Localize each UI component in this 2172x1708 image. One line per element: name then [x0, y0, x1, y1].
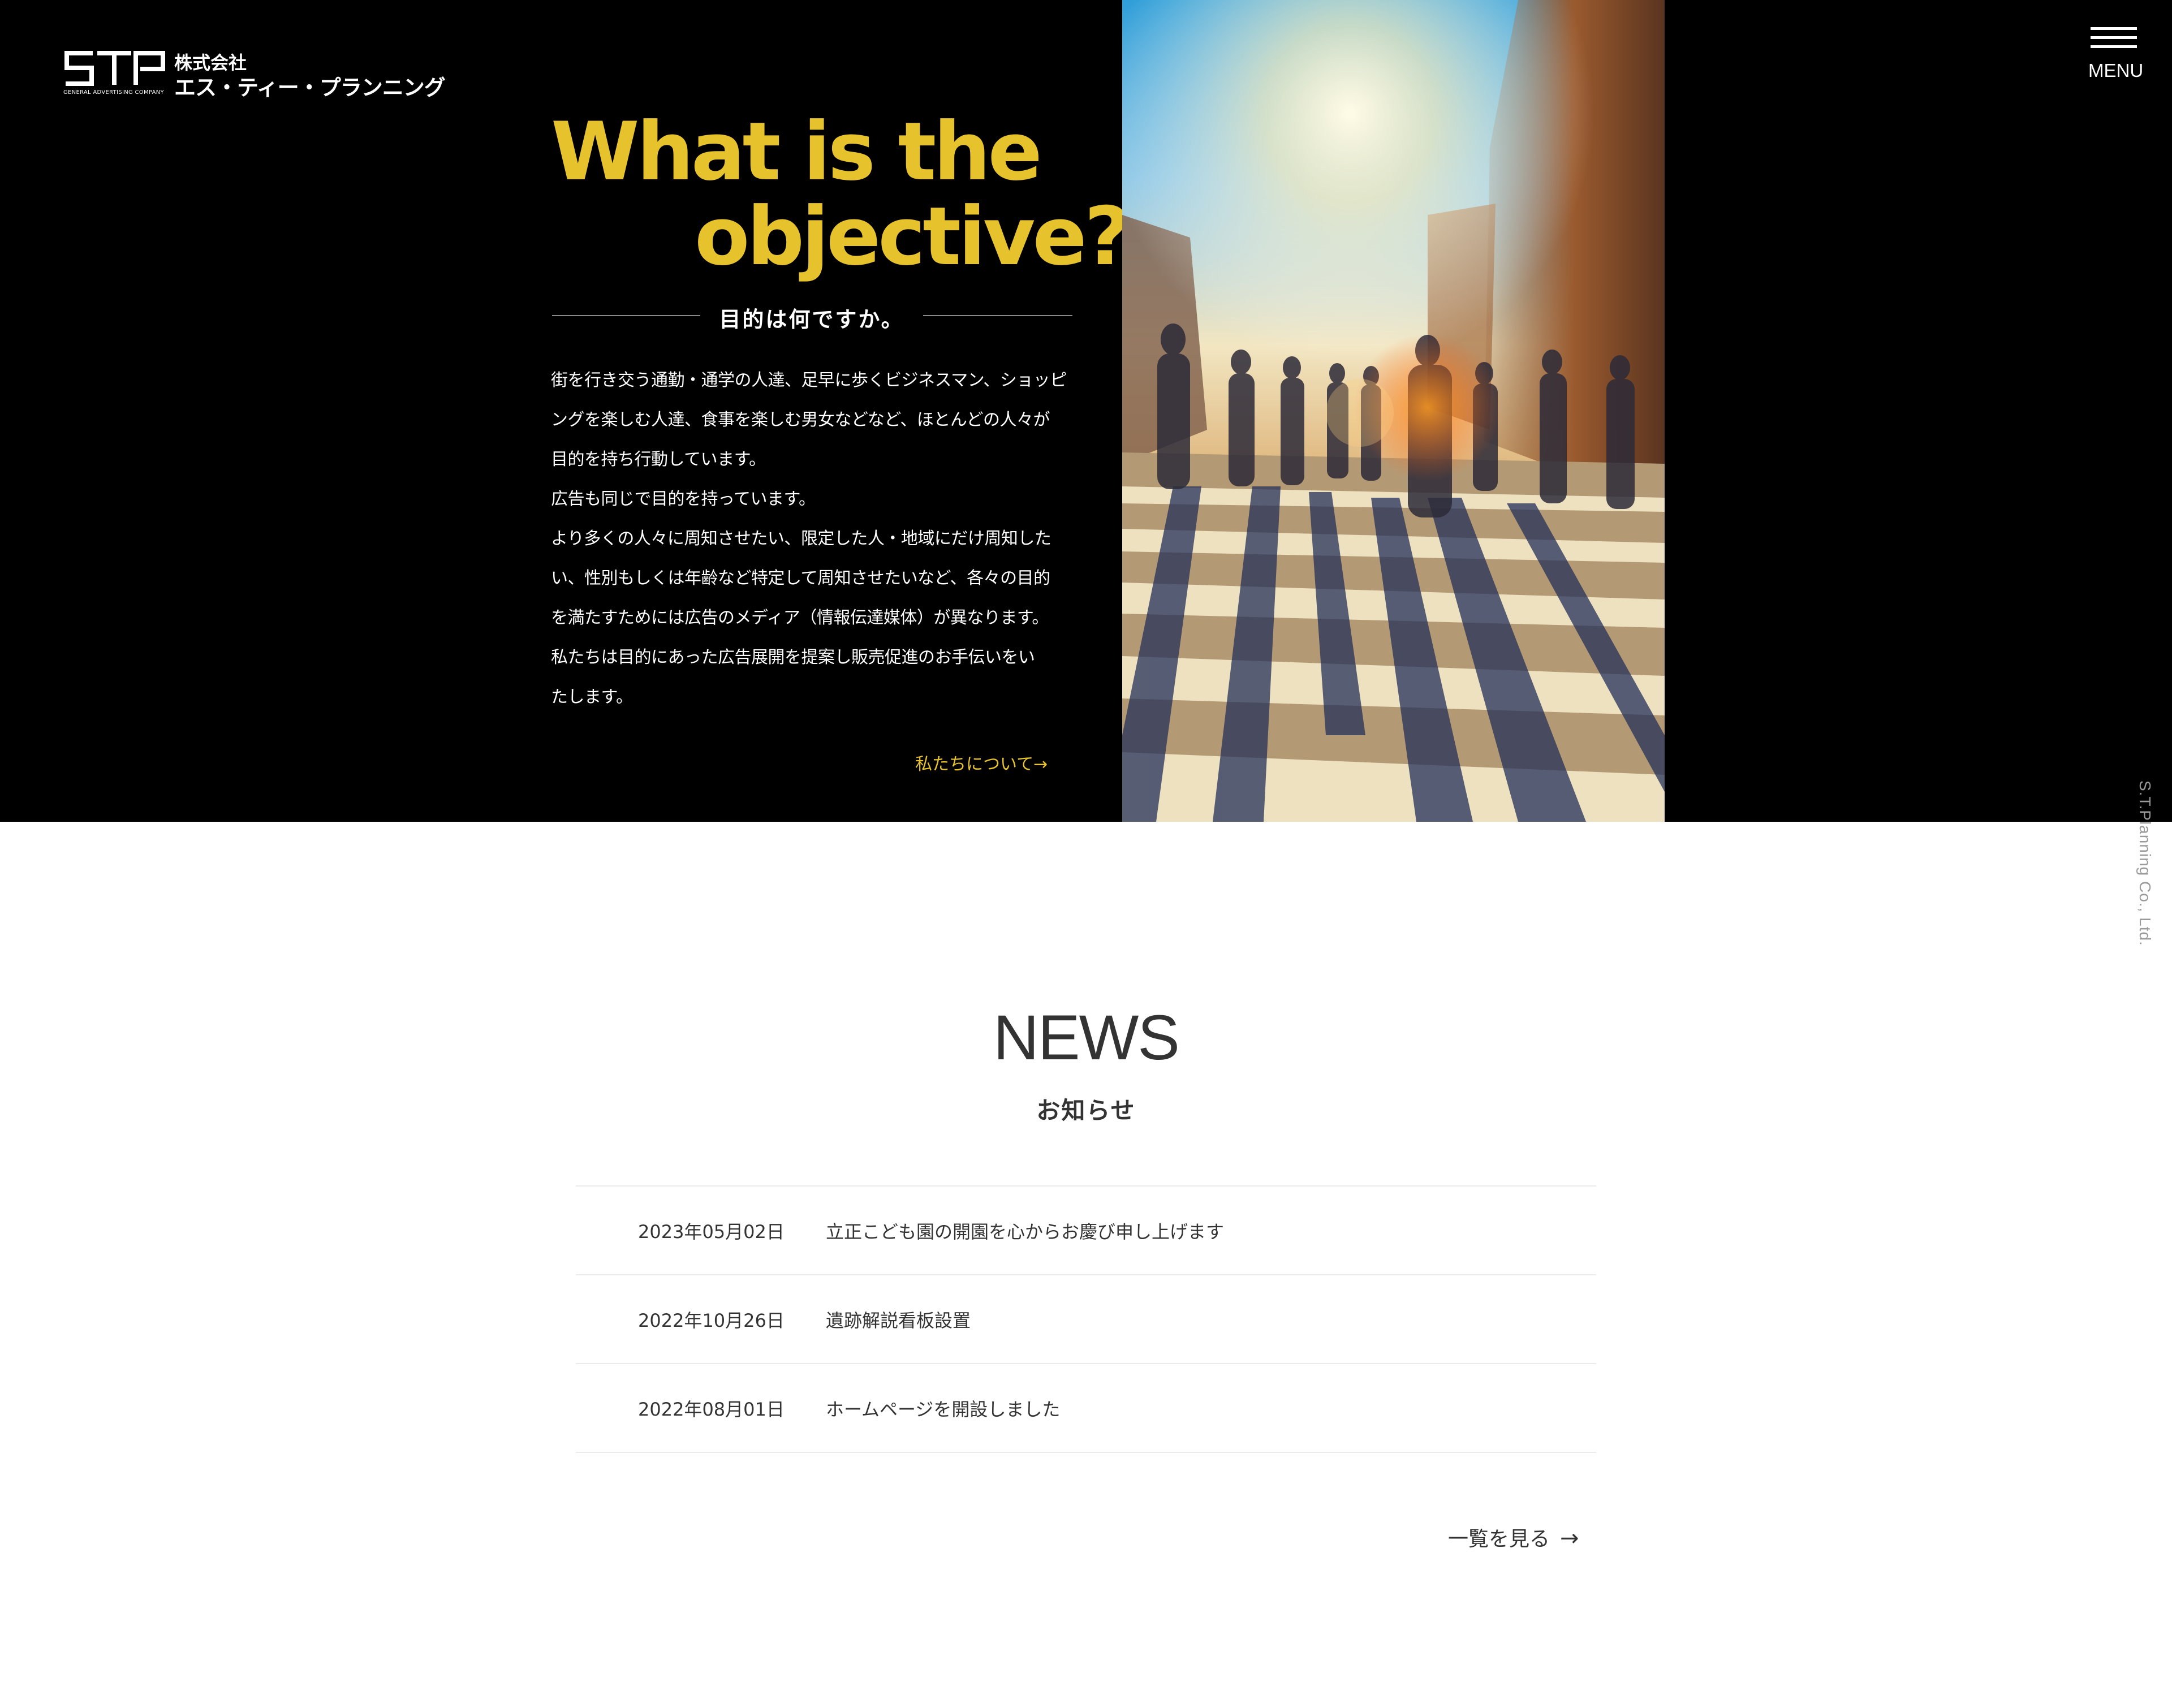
body-line: 私たちは目的にあった広告展開を提案し販売促進のお手伝いをい [551, 648, 1035, 667]
hero-body-text: 街を行き交う通勤・通学の人達、足早に歩くビジネスマン、ショッピ ングを楽しむ人達… [551, 361, 1077, 717]
news-title[interactable]: ホームページを開設しました [826, 1395, 1060, 1421]
hamburger-icon [2091, 45, 2137, 48]
menu-button[interactable]: MENU [2088, 27, 2144, 84]
news-title[interactable]: 立正こども園の開園を心からお慶び申し上げます [826, 1218, 1224, 1244]
hamburger-icon [2091, 27, 2137, 30]
logo-tagline: GENERAL ADVERTISING COMPANY [63, 89, 164, 96]
logo-company-name: エス・ティー・プランニング [174, 75, 446, 100]
hero-subtitle: 目的は何ですか。 [719, 307, 904, 332]
hero-title-line2: objective? [695, 190, 1131, 283]
news-item[interactable]: 2022年08月01日 ホームページを開設しました [576, 1363, 1596, 1453]
news-item[interactable]: 2023年05月02日 立正こども園の開園を心からお慶び申し上げます [576, 1185, 1596, 1274]
street-crowd-photo [1122, 0, 1665, 822]
body-line: 広告も同じで目的を持っています。 [551, 489, 816, 509]
arrow-right-icon: → [1560, 1525, 1579, 1551]
news-date: 2022年08月01日 [638, 1399, 785, 1420]
news-section-subtitle: お知らせ [1036, 1097, 1136, 1124]
body-line: より多くの人々に周知させたい、限定した人・地域にだけ周知した [551, 529, 1051, 549]
news-section-title: NEWS [993, 1002, 1180, 1073]
about-us-link[interactable]: 私たちについて→ [915, 750, 1048, 775]
news-date: 2022年10月26日 [638, 1310, 785, 1331]
company-name-vertical: S.T.Planning Co., Ltd. [2136, 780, 2154, 946]
company-logo[interactable]: GENERAL ADVERTISING COMPANY 株式会社 エス・ティー・… [63, 49, 446, 100]
subtitle-divider-left [552, 315, 700, 316]
hamburger-icon [2091, 36, 2137, 39]
view-all-label: 一覧を見る [1448, 1528, 1550, 1551]
news-title[interactable]: 遺跡解説看板設置 [826, 1306, 971, 1332]
body-line: を満たすためには広告のメディア（情報伝達媒体）が異なります。 [551, 608, 1049, 628]
hero-section: GENERAL ADVERTISING COMPANY 株式会社 エス・ティー・… [0, 0, 2172, 822]
news-date: 2023年05月02日 [638, 1221, 785, 1243]
view-all-news-link[interactable]: 一覧を見る → [1448, 1522, 1579, 1552]
menu-label: MENU [2088, 60, 2144, 81]
hero-title-line1: What is the [551, 105, 1042, 199]
body-line: ングを楽しむ人達、食事を楽しむ男女などなど、ほとんどの人々が [551, 410, 1050, 430]
body-line: い、性別もしくは年齢など特定して周知させたいなど、各々の目的 [551, 568, 1050, 588]
news-item[interactable]: 2022年10月26日 遺跡解説看板設置 [576, 1274, 1596, 1363]
body-line: たします。 [551, 687, 633, 707]
body-line: 街を行き交う通勤・通学の人達、足早に歩くビジネスマン、ショッピ [551, 370, 1067, 390]
news-list: 2023年05月02日 立正こども園の開園を心からお慶び申し上げます 2022年… [576, 1185, 1596, 1453]
body-line: 目的を持ち行動しています。 [551, 450, 766, 469]
subtitle-divider-right [923, 315, 1072, 316]
